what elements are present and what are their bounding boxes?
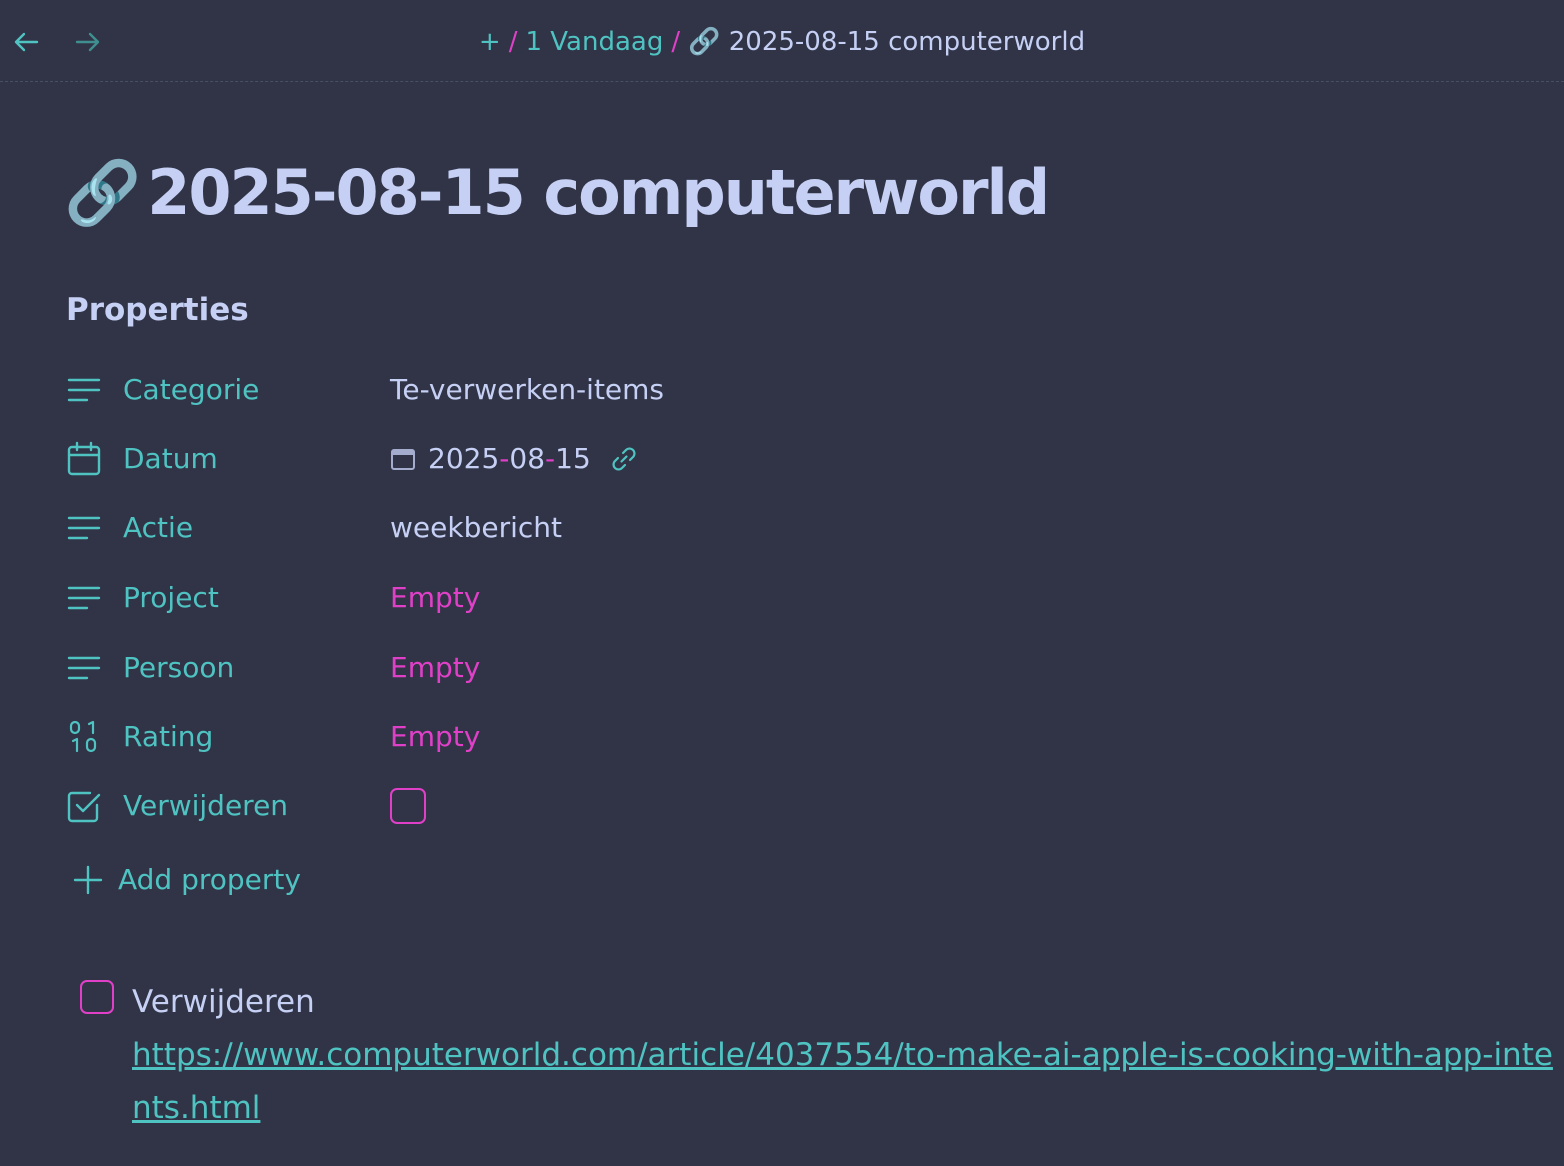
date-year: 2025 — [428, 442, 500, 475]
property-row-verwijderen: Verwijderen — [66, 780, 1166, 832]
plus-icon — [72, 864, 104, 896]
property-name-datum[interactable]: Datum — [123, 439, 218, 479]
property-row-categorie: Categorie Te-verwerken-items — [66, 364, 1166, 416]
task-checkbox[interactable] — [80, 980, 114, 1014]
property-value-datum[interactable]: 2025-08-15 — [390, 439, 639, 479]
properties-heading[interactable]: Properties — [66, 288, 249, 332]
breadcrumb-current-emoji: 🔗 — [688, 27, 721, 57]
breadcrumb-plus[interactable]: + — [479, 27, 501, 57]
page-title[interactable]: 🔗2025-08-15 computerworld — [64, 150, 1050, 236]
property-name-actie[interactable]: Actie — [123, 508, 193, 548]
add-property-button[interactable]: Add property — [72, 860, 301, 900]
property-row-persoon: Persoon Empty — [66, 642, 1166, 694]
link-icon[interactable] — [609, 444, 639, 474]
breadcrumb-current: 2025-08-15 computerworld — [728, 27, 1086, 57]
page-title-text: 2025-08-15 computerworld — [147, 156, 1050, 229]
text-lines-icon — [66, 372, 102, 408]
property-name-persoon[interactable]: Persoon — [123, 648, 234, 688]
property-name-rating[interactable]: Rating — [123, 717, 213, 757]
property-name-verwijderen[interactable]: Verwijderen — [123, 786, 288, 826]
text-lines-icon — [66, 580, 102, 616]
property-row-rating: Rating Empty — [66, 711, 1166, 763]
add-property-label: Add property — [118, 863, 301, 896]
property-value-verwijderen — [390, 788, 426, 824]
breadcrumb-parent[interactable]: 1 Vandaag — [525, 27, 663, 57]
property-value-actie[interactable]: weekbericht — [390, 508, 562, 548]
property-value-categorie[interactable]: Te-verwerken-items — [390, 370, 664, 410]
date-dash: - — [499, 442, 510, 475]
date-month: 08 — [509, 442, 546, 475]
task-label: Verwijderen — [132, 984, 315, 1020]
property-name-project[interactable]: Project — [123, 578, 219, 618]
property-row-datum: Datum 2025-08-15 — [66, 433, 1166, 485]
text-lines-icon — [66, 650, 102, 686]
date-day: 15 — [555, 442, 591, 475]
top-bar: +/1 Vandaag / 🔗 2025-08-15 computerworld — [0, 0, 1564, 82]
breadcrumb-separator: / — [671, 27, 681, 57]
task-text[interactable]: Verwijderen https://www.computerworld.co… — [132, 976, 1560, 1135]
date-picker-icon[interactable] — [390, 446, 416, 472]
checkbox-icon — [66, 788, 102, 824]
property-value-rating[interactable]: Empty — [390, 717, 480, 757]
verwijderen-checkbox[interactable] — [390, 788, 426, 824]
property-value-persoon[interactable]: Empty — [390, 648, 480, 688]
task-url-link[interactable]: https://www.computerworld.com/article/40… — [132, 1037, 1553, 1126]
text-lines-icon — [66, 510, 102, 546]
number-icon — [66, 719, 102, 755]
property-name-categorie[interactable]: Categorie — [123, 370, 259, 410]
date-dash: - — [545, 442, 556, 475]
property-row-project: Project Empty — [66, 572, 1166, 624]
breadcrumb-separator: / — [508, 27, 518, 57]
property-row-actie: Actie weekbericht — [66, 502, 1166, 554]
link-emoji-icon: 🔗 — [64, 156, 142, 229]
breadcrumb: +/1 Vandaag / 🔗 2025-08-15 computerworld — [0, 24, 1564, 60]
property-value-project[interactable]: Empty — [390, 578, 480, 618]
calendar-icon — [66, 441, 102, 477]
